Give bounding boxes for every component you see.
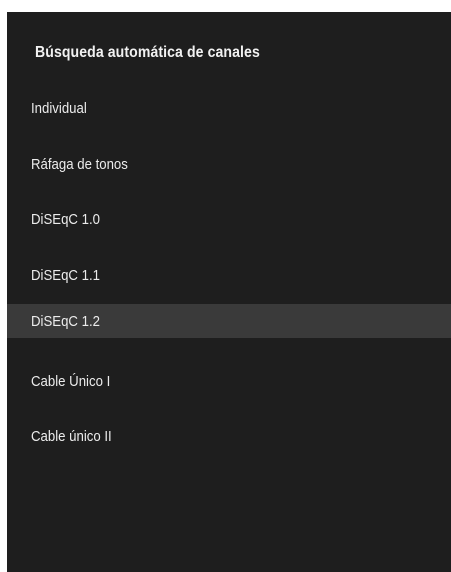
option-tone-burst[interactable]: Ráfaga de tonos	[7, 147, 451, 181]
option-label: DiSEqC 1.1	[31, 266, 100, 284]
option-diseqc-1-2[interactable]: DiSEqC 1.2	[7, 304, 451, 338]
option-label: DiSEqC 1.0	[31, 210, 100, 228]
option-label: Ráfaga de tonos	[31, 155, 128, 173]
option-cable-unico-2[interactable]: Cable único II	[7, 419, 451, 453]
option-diseqc-1-1[interactable]: DiSEqC 1.1	[7, 258, 451, 292]
option-individual[interactable]: Individual	[7, 91, 451, 125]
dialog-title: Búsqueda automática de canales	[35, 44, 260, 61]
option-cable-unico-1[interactable]: Cable Único I	[7, 364, 451, 398]
option-label: DiSEqC 1.2	[31, 312, 100, 330]
option-label: Individual	[31, 99, 87, 117]
option-label: Cable único II	[31, 427, 112, 445]
option-label: Cable Único I	[31, 372, 111, 390]
option-diseqc-1-0[interactable]: DiSEqC 1.0	[7, 202, 451, 236]
channel-search-dialog: Búsqueda automática de canales Individua…	[7, 12, 451, 572]
